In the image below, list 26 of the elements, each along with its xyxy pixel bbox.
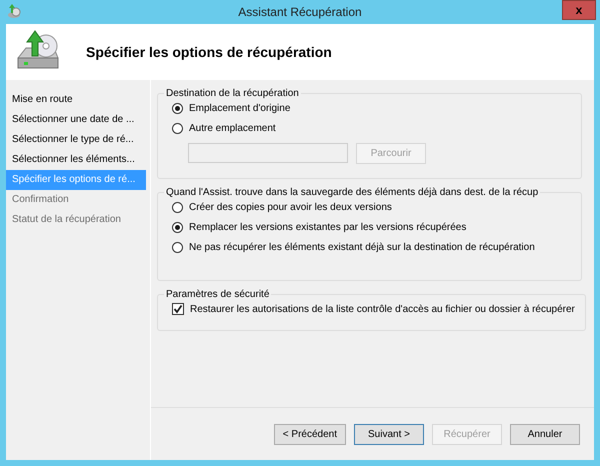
radio-button[interactable] [172,222,183,232]
group-title: Quand l'Assist. trouve dans la sauvegarde des éléments déjà dans dest. de la récup [165,187,540,198]
radio-button[interactable] [172,242,183,252]
wizard-step[interactable]: Mise en route [6,90,146,110]
group-title: Paramètres de sécurité [165,289,270,300]
option-label: Créer des copies pour avoir les deux versions [189,202,392,212]
wizard-step[interactable]: Sélectionner une date de ... [6,110,146,130]
checkbox[interactable] [172,303,184,315]
window-title: Assistant Récupération [237,5,363,19]
option-label: Remplacer les versions existantes par les versions récupérées [189,222,466,232]
wizard-button[interactable]: Annuler [510,424,580,444]
page-title: Spécifier les options de récupération [86,44,332,60]
option-label: Restaurer les autorisations de la liste contrôle d'accès au fichier ou dossier à récupérer [190,304,575,314]
group-title: Destination de la récupération [165,88,300,99]
wizard-button[interactable]: Suivant > [354,424,424,444]
option-label: Autre emplacement [189,122,276,134]
wizard-button[interactable]: < Précédent [274,424,346,444]
drive-arrow-icon [6,4,22,20]
wizard-step[interactable]: Sélectionner le type de ré... [6,130,146,150]
wizard-step[interactable]: Sélectionner les éléments... [6,150,146,170]
close-button[interactable]: x [562,0,596,20]
option-label: Ne pas récupérer les éléments existant déjà sur la destination de récupération [189,242,535,252]
option-label: Emplacement d'origine [189,102,290,114]
radio-button[interactable] [172,202,183,212]
radio-button[interactable] [172,102,183,114]
radio-button[interactable] [172,122,183,134]
